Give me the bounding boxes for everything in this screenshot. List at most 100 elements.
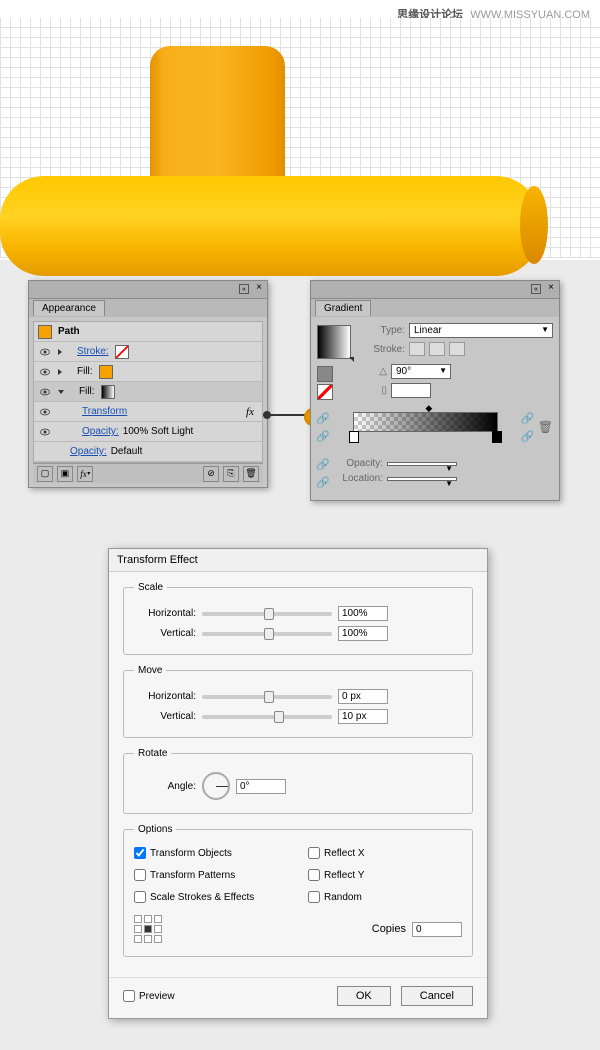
location-label: Location: <box>333 473 383 484</box>
close-icon[interactable]: × <box>546 284 556 294</box>
gradient-tab[interactable]: Gradient <box>315 300 371 316</box>
visibility-eye-icon[interactable] <box>38 405 52 419</box>
angle-dropdown[interactable]: 90° <box>391 364 451 379</box>
fill2-label: Fill: <box>79 386 95 397</box>
gradient-preview-swatch[interactable] <box>317 325 351 359</box>
transform-objects-checkbox[interactable]: Transform Objects <box>134 847 288 859</box>
stroke-swatch-none[interactable] <box>115 345 129 359</box>
gradient-panel: « × Gradient Type: Linear Stroke: <box>310 280 560 501</box>
fill1-label: Fill: <box>77 366 93 377</box>
opacity2-link[interactable]: Opacity: <box>70 446 107 457</box>
stroke-mode-2-icon[interactable] <box>429 342 445 356</box>
scale-legend: Scale <box>134 582 167 593</box>
trash-icon[interactable]: 🗑 <box>243 466 259 482</box>
panel-header[interactable]: « × <box>29 281 267 299</box>
appearance-footer: ▢ ▣ fx▾ ⊘ ⎘ 🗑 <box>33 463 263 483</box>
reflect-x-checkbox[interactable]: Reflect X <box>308 847 462 859</box>
scale-v-input[interactable] <box>338 626 388 641</box>
none-swatch[interactable] <box>317 384 333 400</box>
expand-icon[interactable] <box>58 349 62 355</box>
visibility-eye-icon[interactable] <box>38 365 52 379</box>
appearance-panel: « × Appearance Path Stroke: Fill: <box>28 280 268 488</box>
clear-icon[interactable]: ⊘ <box>203 466 219 482</box>
transform-patterns-checkbox[interactable]: Transform Patterns <box>134 869 288 881</box>
fill1-swatch[interactable] <box>99 365 113 379</box>
copies-label: Copies <box>372 923 406 935</box>
visibility-eye-icon[interactable] <box>38 385 52 399</box>
random-checkbox[interactable]: Random <box>308 891 462 903</box>
preview-checkbox[interactable]: Preview <box>123 990 175 1002</box>
transform-row[interactable]: Transform fx <box>34 402 262 422</box>
visibility-eye-icon[interactable] <box>38 345 52 359</box>
new-stroke-icon[interactable]: ▣ <box>57 466 73 482</box>
stroke-mode-3-icon[interactable] <box>449 342 465 356</box>
default-opacity-row[interactable]: Opacity: Default <box>34 442 262 462</box>
move-h-input[interactable] <box>338 689 388 704</box>
stroke-mode-1-icon[interactable] <box>409 342 425 356</box>
duplicate-icon[interactable]: ⎘ <box>223 466 239 482</box>
ratio-symbol: ▯ <box>337 385 387 396</box>
path-title-row[interactable]: Path <box>34 322 262 342</box>
link-icon[interactable]: 🔗 <box>522 428 534 444</box>
fill-opacity-row[interactable]: Opacity: 100% Soft Light <box>34 422 262 442</box>
fill2-swatch-gradient[interactable] <box>101 385 115 399</box>
reflect-y-checkbox[interactable]: Reflect Y <box>308 869 462 881</box>
link-icon[interactable]: 🔗 <box>317 428 329 444</box>
collapse-icon[interactable]: « <box>531 284 541 294</box>
scale-h-slider[interactable] <box>202 612 332 616</box>
gradient-stop-left[interactable] <box>349 431 359 443</box>
transform-link[interactable]: Transform <box>82 406 127 417</box>
grid-background <box>0 18 600 258</box>
path-label: Path <box>58 326 80 337</box>
fill-swatch[interactable] <box>317 366 333 382</box>
opacity-dropdown[interactable] <box>387 462 457 466</box>
aspect-input[interactable] <box>391 383 431 398</box>
expand-icon[interactable] <box>58 369 62 375</box>
move-h-label: Horizontal: <box>134 691 196 702</box>
stroke-row[interactable]: Stroke: <box>34 342 262 362</box>
ok-button[interactable]: OK <box>337 986 391 1006</box>
scale-strokes-checkbox[interactable]: Scale Strokes & Effects <box>134 891 288 903</box>
cancel-button[interactable]: Cancel <box>401 986 473 1006</box>
fill-row-1[interactable]: Fill: <box>34 362 262 382</box>
visibility-eye-icon[interactable] <box>38 425 52 439</box>
fx-menu-icon[interactable]: fx▾ <box>77 466 93 482</box>
location-dropdown[interactable] <box>387 477 457 481</box>
link-icon[interactable]: 🔗 <box>522 410 534 426</box>
move-h-slider[interactable] <box>202 695 332 699</box>
move-v-label: Vertical: <box>134 711 196 722</box>
type-dropdown[interactable]: Linear <box>409 323 553 338</box>
opacity-link[interactable]: Opacity: <box>82 426 119 437</box>
fill-row-2[interactable]: Fill: <box>34 382 262 402</box>
opacity-value: 100% Soft Light <box>123 426 194 437</box>
scale-v-slider[interactable] <box>202 632 332 636</box>
dialog-title: Transform Effect <box>109 549 487 572</box>
opacity2-value: Default <box>111 446 143 457</box>
panel-header[interactable]: « × <box>311 281 559 299</box>
new-art-icon[interactable]: ▢ <box>37 466 53 482</box>
type-label: Type: <box>355 325 405 336</box>
link-icon[interactable]: 🔗 <box>317 474 329 490</box>
expand-down-icon[interactable] <box>58 390 64 394</box>
rotate-legend: Rotate <box>134 748 171 759</box>
scale-h-input[interactable] <box>338 606 388 621</box>
scale-v-label: Vertical: <box>134 628 196 639</box>
copies-input[interactable] <box>412 922 462 937</box>
stroke-label: Stroke: <box>355 344 405 355</box>
move-v-input[interactable] <box>338 709 388 724</box>
link-icon[interactable]: 🔗 <box>317 456 329 472</box>
angle-input[interactable] <box>236 779 286 794</box>
appearance-tab[interactable]: Appearance <box>33 300 105 316</box>
trash-icon[interactable]: 🗑 <box>538 420 553 434</box>
collapse-icon[interactable]: « <box>239 284 249 294</box>
artwork-horizontal-shape <box>0 176 540 276</box>
link-icon[interactable]: 🔗 <box>317 410 329 426</box>
gradient-slider[interactable] <box>353 412 498 432</box>
gradient-stop-right[interactable] <box>492 431 502 443</box>
angle-widget[interactable] <box>202 772 230 800</box>
reference-point-grid[interactable] <box>134 915 162 943</box>
fx-icon[interactable]: fx <box>246 406 254 418</box>
close-icon[interactable]: × <box>254 284 264 294</box>
move-v-slider[interactable] <box>202 715 332 719</box>
stroke-label[interactable]: Stroke: <box>77 346 109 357</box>
